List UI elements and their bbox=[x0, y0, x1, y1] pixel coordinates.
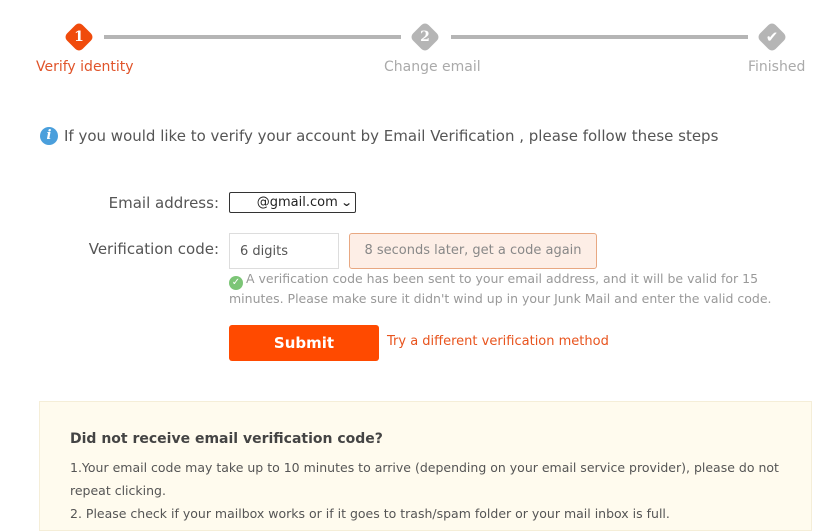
instructions-text: If you would like to verify your account… bbox=[64, 127, 719, 145]
step-2-label: Change email bbox=[384, 59, 481, 75]
verification-code-label: Verification code: bbox=[88, 240, 219, 258]
help-panel: Did not receive email verification code?… bbox=[39, 401, 812, 531]
step-3-label: Finished bbox=[748, 59, 806, 75]
step-1-label: Verify identity bbox=[36, 59, 134, 75]
email-label: Email address: bbox=[108, 194, 219, 212]
instructions: i If you would like to verify your accou… bbox=[40, 127, 718, 145]
step-connector bbox=[104, 35, 401, 39]
code-sent-message: ✓ A verification code has been sent to yo… bbox=[229, 270, 814, 308]
email-select[interactable]: @gmail.com ⌄ bbox=[229, 192, 356, 213]
checkmark-icon: ✔ bbox=[765, 28, 779, 46]
chevron-down-icon: ⌄ bbox=[340, 196, 353, 209]
step-1-number: 1 bbox=[74, 29, 84, 45]
success-check-icon: ✓ bbox=[229, 276, 243, 290]
verification-code-input[interactable] bbox=[229, 233, 339, 269]
step-connector bbox=[451, 35, 748, 39]
resend-code-button[interactable]: 8 seconds later, get a code again bbox=[349, 233, 597, 269]
different-method-link[interactable]: Try a different verification method bbox=[387, 334, 609, 349]
step-2-number: 2 bbox=[420, 29, 430, 45]
code-sent-text: A verification code has been sent to you… bbox=[229, 271, 772, 306]
info-icon: i bbox=[40, 127, 58, 145]
help-item: 2. Please check if your mailbox works or… bbox=[70, 506, 670, 521]
help-title: Did not receive email verification code? bbox=[70, 431, 383, 447]
submit-button[interactable]: Submit bbox=[229, 325, 379, 361]
email-select-value: @gmail.com bbox=[256, 195, 338, 210]
help-item: 1.Your email code may take up to 10 minu… bbox=[70, 460, 779, 498]
